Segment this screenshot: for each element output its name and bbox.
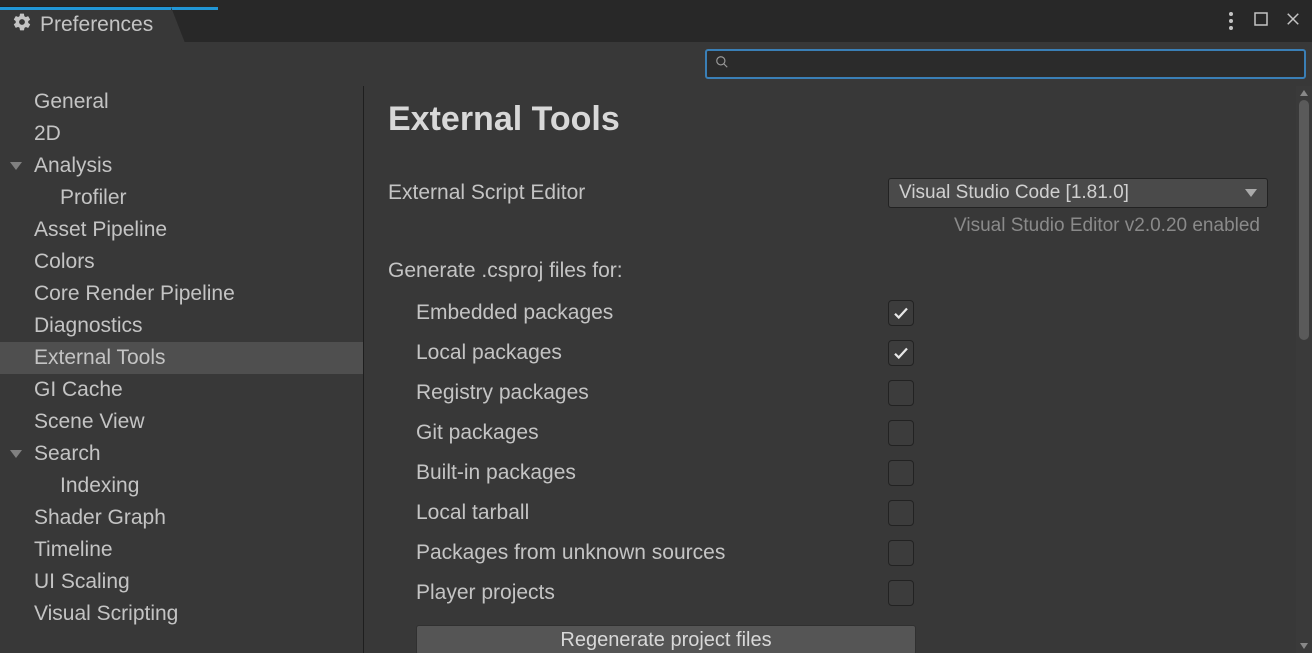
- csproj-option-row: Registry packages: [388, 373, 1282, 413]
- csproj-option-row: Local packages: [388, 333, 1282, 373]
- sidebar-item-label: GI Cache: [34, 378, 123, 402]
- csproj-option-row: Local tarball: [388, 493, 1282, 533]
- tab-label: Preferences: [40, 13, 153, 37]
- search-icon: [715, 55, 729, 74]
- sidebar-item-label: Indexing: [60, 474, 139, 498]
- csproj-option-label: Packages from unknown sources: [388, 541, 888, 565]
- gear-icon: [12, 12, 32, 38]
- sidebar-item-colors[interactable]: Colors: [0, 246, 363, 278]
- csproj-option-label: Registry packages: [388, 381, 888, 405]
- external-script-editor-label: External Script Editor: [388, 181, 888, 205]
- sidebar-item-ui-scaling[interactable]: UI Scaling: [0, 566, 363, 598]
- sidebar-item-general[interactable]: General: [0, 86, 363, 118]
- checkbox-embedded-packages[interactable]: [888, 300, 914, 326]
- sidebar-item-indexing[interactable]: Indexing: [0, 470, 363, 502]
- scrollbar-thumb[interactable]: [1299, 100, 1309, 340]
- external-script-editor-row: External Script Editor Visual Studio Cod…: [388, 173, 1282, 213]
- sidebar-item-scene-view[interactable]: Scene View: [0, 406, 363, 438]
- sidebar-item-label: External Tools: [34, 346, 166, 370]
- sidebar-item-label: Scene View: [34, 410, 145, 434]
- search-row: [0, 42, 1312, 86]
- dropdown-value: Visual Studio Code [1.81.0]: [899, 182, 1129, 204]
- checkbox-registry-packages[interactable]: [888, 380, 914, 406]
- search-box[interactable]: [705, 49, 1306, 79]
- editor-status-note: Visual Studio Editor v2.0.20 enabled: [388, 215, 1260, 237]
- main-panel: External Tools External Script Editor Vi…: [364, 86, 1312, 653]
- sidebar-item-profiler[interactable]: Profiler: [0, 182, 363, 214]
- csproj-option-row: Packages from unknown sources: [388, 533, 1282, 573]
- scroll-up-icon[interactable]: [1299, 88, 1309, 98]
- scrollbar[interactable]: [1296, 86, 1312, 653]
- regenerate-button-label: Regenerate project files: [560, 629, 771, 652]
- sidebar-item-core-render-pipeline[interactable]: Core Render Pipeline: [0, 278, 363, 310]
- sidebar-item-visual-scripting[interactable]: Visual Scripting: [0, 598, 363, 630]
- tab-active-indicator: [0, 7, 218, 10]
- maximize-icon[interactable]: [1252, 10, 1270, 33]
- csproj-option-row: Embedded packages: [388, 293, 1282, 333]
- checkbox-built-in-packages[interactable]: [888, 460, 914, 486]
- sidebar-item-2d[interactable]: 2D: [0, 118, 363, 150]
- sidebar-item-label: Core Render Pipeline: [34, 282, 235, 306]
- chevron-down-icon: [10, 450, 22, 458]
- sidebar-item-asset-pipeline[interactable]: Asset Pipeline: [0, 214, 363, 246]
- sidebar-item-label: 2D: [34, 122, 61, 146]
- sidebar-item-label: Diagnostics: [34, 314, 143, 338]
- sidebar-item-external-tools[interactable]: External Tools: [0, 342, 363, 374]
- sidebar-item-search[interactable]: Search: [0, 438, 363, 470]
- tab-preferences[interactable]: Preferences: [0, 6, 172, 42]
- title-bar: Preferences: [0, 0, 1312, 42]
- sidebar: General 2D Analysis Profiler Asset Pipeline C…: [0, 86, 364, 653]
- sidebar-item-diagnostics[interactable]: Diagnostics: [0, 310, 363, 342]
- chevron-down-icon: [1245, 189, 1257, 197]
- page-title: External Tools: [388, 100, 1282, 139]
- checkbox-player-projects[interactable]: [888, 580, 914, 606]
- csproj-option-row: Built-in packages: [388, 453, 1282, 493]
- sidebar-item-timeline[interactable]: Timeline: [0, 534, 363, 566]
- sidebar-item-label: Analysis: [34, 154, 112, 178]
- sidebar-item-label: Timeline: [34, 538, 113, 562]
- scroll-down-icon[interactable]: [1299, 641, 1309, 651]
- search-input[interactable]: [735, 56, 1296, 72]
- sidebar-item-gi-cache[interactable]: GI Cache: [0, 374, 363, 406]
- csproj-option-label: Local packages: [388, 341, 888, 365]
- sidebar-item-label: Visual Scripting: [34, 602, 178, 626]
- sidebar-item-analysis[interactable]: Analysis: [0, 150, 363, 182]
- sidebar-item-label: Shader Graph: [34, 506, 166, 530]
- csproj-option-label: Embedded packages: [388, 301, 888, 325]
- sidebar-item-label: Search: [34, 442, 101, 466]
- sidebar-item-label: Colors: [34, 250, 95, 274]
- csproj-option-row: Git packages: [388, 413, 1282, 453]
- sidebar-item-shader-graph[interactable]: Shader Graph: [0, 502, 363, 534]
- sidebar-item-label: Profiler: [60, 186, 127, 210]
- csproj-option-label: Local tarball: [388, 501, 888, 525]
- sidebar-item-label: Asset Pipeline: [34, 218, 167, 242]
- checkbox-local-packages[interactable]: [888, 340, 914, 366]
- checkbox-local-tarball[interactable]: [888, 500, 914, 526]
- csproj-option-row: Player projects: [388, 573, 1282, 613]
- chevron-down-icon: [10, 162, 22, 170]
- close-icon[interactable]: [1284, 10, 1302, 33]
- regenerate-project-files-button[interactable]: Regenerate project files: [416, 625, 916, 653]
- csproj-option-label: Player projects: [388, 581, 888, 605]
- sidebar-item-label: UI Scaling: [34, 570, 130, 594]
- external-script-editor-dropdown[interactable]: Visual Studio Code [1.81.0]: [888, 178, 1268, 208]
- csproj-option-label: Built-in packages: [388, 461, 888, 485]
- kebab-menu-icon[interactable]: [1224, 12, 1238, 30]
- csproj-section-label: Generate .csproj files for:: [388, 259, 1282, 283]
- checkbox-git-packages[interactable]: [888, 420, 914, 446]
- sidebar-item-label: General: [34, 90, 109, 114]
- checkbox-packages-from-unknown-sources[interactable]: [888, 540, 914, 566]
- csproj-option-label: Git packages: [388, 421, 888, 445]
